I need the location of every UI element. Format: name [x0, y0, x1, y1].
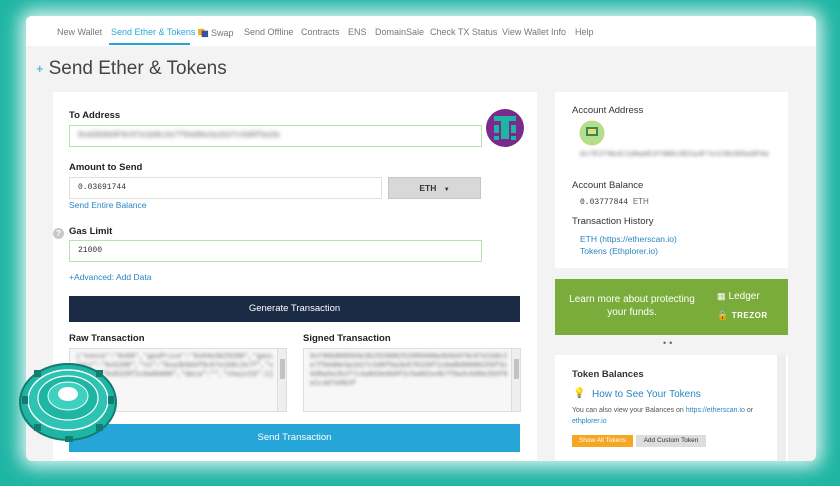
amount-input[interactable]: 0.03691744 [69, 177, 382, 199]
caret-down-icon: ▼ [443, 187, 450, 193]
nav-swap-label: Swap [211, 28, 234, 38]
etherscan-link[interactable]: https://etherscan.io [686, 407, 745, 414]
gas-limit-value: 21000 [78, 246, 103, 255]
signed-transaction-label: Signed Transaction [303, 333, 391, 344]
send-form-card: To Address 0xA3b9d4F9c07e1b8c2e7f94d0e3a… [53, 92, 537, 461]
show-all-tokens-button[interactable]: Show All Tokens [572, 435, 633, 447]
advanced-add-data-link[interactable]: +Advanced: Add Data [69, 272, 151, 282]
ledger-brand-text: Ledger [728, 291, 760, 302]
signed-transaction-scrollbar[interactable] [511, 349, 520, 411]
page-scrollbar[interactable] [777, 355, 786, 461]
currency-dropdown[interactable]: ETH ▼ [388, 177, 481, 199]
to-address-label: To Address [69, 110, 121, 121]
amount-label: Amount to Send [69, 162, 143, 173]
hardware-wallet-banner[interactable]: Learn more about protecting your funds. … [555, 279, 788, 335]
scrollbar-thumb[interactable] [514, 359, 519, 379]
token-description: You can also view your Balances on https… [572, 405, 772, 427]
account-balance-label: Account Balance [572, 180, 644, 191]
ethplorer-link[interactable]: ethplorer.io [572, 418, 607, 425]
send-transaction-button[interactable]: Send Transaction [69, 424, 520, 452]
carousel-dots[interactable]: •• [663, 338, 675, 348]
nav-new-wallet[interactable]: New Wallet [57, 27, 102, 37]
token-balances-card: Token Balances 💡 How to See Your Tokens … [555, 355, 788, 461]
token-desc-prefix: You can also view your Balances on [572, 407, 686, 414]
nav-send-ether-tokens[interactable]: Send Ether & Tokens [111, 27, 195, 37]
nav-domainsale[interactable]: DomainSale [375, 27, 424, 37]
signed-transaction-textarea[interactable]: 0xf86b808504e3b292008252089400a3b9d4f9c0… [303, 348, 521, 412]
currency-label: ETH [419, 183, 437, 193]
top-nav: New Wallet Send Ether & Tokens Swap Send… [26, 16, 816, 46]
signed-transaction-value: 0xf86b808504e3b292008252089400a3b9d4f9c0… [310, 353, 508, 388]
gas-limit-input[interactable]: 21000 [69, 240, 482, 262]
plus-icon: + [36, 61, 44, 76]
balance-unit: ETH [632, 197, 649, 206]
banner-text: Learn more about protecting your funds. [569, 294, 695, 318]
amount-value: 0.03691744 [78, 183, 127, 192]
transaction-history-label: Transaction History [572, 216, 654, 227]
page-title: + Send Ether & Tokens [36, 58, 227, 80]
to-address-input[interactable]: 0xA3b9d4F9c07e1b8c2e7f94d0e3a1b27c5d9f6a… [69, 125, 482, 147]
send-entire-balance-link[interactable]: Send Entire Balance [69, 200, 147, 210]
active-tab-indicator [109, 43, 190, 45]
how-to-see-tokens-link[interactable]: How to See Your Tokens [592, 389, 701, 400]
scrollbar-thumb[interactable] [280, 359, 285, 379]
lock-icon: 🔒 [717, 310, 729, 320]
swap-icon [198, 28, 209, 38]
nav-check-tx-status[interactable]: Check TX Status [430, 27, 497, 37]
account-balance-value: 0.03777844 ETH [580, 197, 649, 207]
trezor-logo: 🔒 TREZOR [717, 310, 768, 321]
page-title-text: Send Ether & Tokens [48, 58, 227, 79]
history-link-etherscan[interactable]: ETH (https://etherscan.io) [580, 234, 677, 244]
coin-graphic-icon [19, 363, 117, 442]
account-info-card: Account Address 0x7E2f9b4C1d8a6E3f5B0c9D… [555, 92, 788, 268]
nav-send-offline[interactable]: Send Offline [244, 27, 293, 37]
ledger-logo: ▦ Ledger [717, 291, 760, 302]
identicon-avatar [486, 109, 524, 147]
lightbulb-icon: 💡 [573, 388, 586, 399]
token-balances-title: Token Balances [572, 369, 644, 380]
nav-help[interactable]: Help [575, 27, 594, 37]
nav-contracts[interactable]: Contracts [301, 27, 340, 37]
raw-transaction-scrollbar[interactable] [277, 349, 286, 411]
to-address-value: 0xA3b9d4F9c07e1b8c2e7f94d0e3a1b27c5d9f6a… [78, 131, 280, 140]
help-icon[interactable]: ? [53, 228, 64, 239]
nav-swap[interactable]: Swap [198, 27, 234, 38]
account-address-label: Account Address [572, 105, 644, 116]
add-custom-token-button[interactable]: Add Custom Token [636, 435, 706, 447]
app-frame: New Wallet Send Ether & Tokens Swap Send… [26, 16, 816, 461]
account-identicon [579, 120, 605, 146]
trezor-brand-text: TREZOR [731, 311, 768, 320]
nav-view-wallet-info[interactable]: View Wallet Info [502, 27, 566, 37]
nav-ens[interactable]: ENS [348, 27, 367, 37]
raw-transaction-label: Raw Transaction [69, 333, 145, 344]
balance-amount: 0.03777844 [580, 198, 629, 207]
ledger-icon: ▦ [717, 291, 726, 301]
generate-transaction-button[interactable]: Generate Transaction [69, 296, 520, 322]
history-link-ethplorer[interactable]: Tokens (Ethplorer.io) [580, 246, 658, 256]
token-desc-mid: or [744, 407, 754, 414]
account-address-value: 0x7E2f9b4C1d8a6E3f5B0c9D2a4F7e1C8b3D6a9F… [580, 151, 770, 159]
gas-limit-label: Gas Limit [69, 226, 113, 237]
